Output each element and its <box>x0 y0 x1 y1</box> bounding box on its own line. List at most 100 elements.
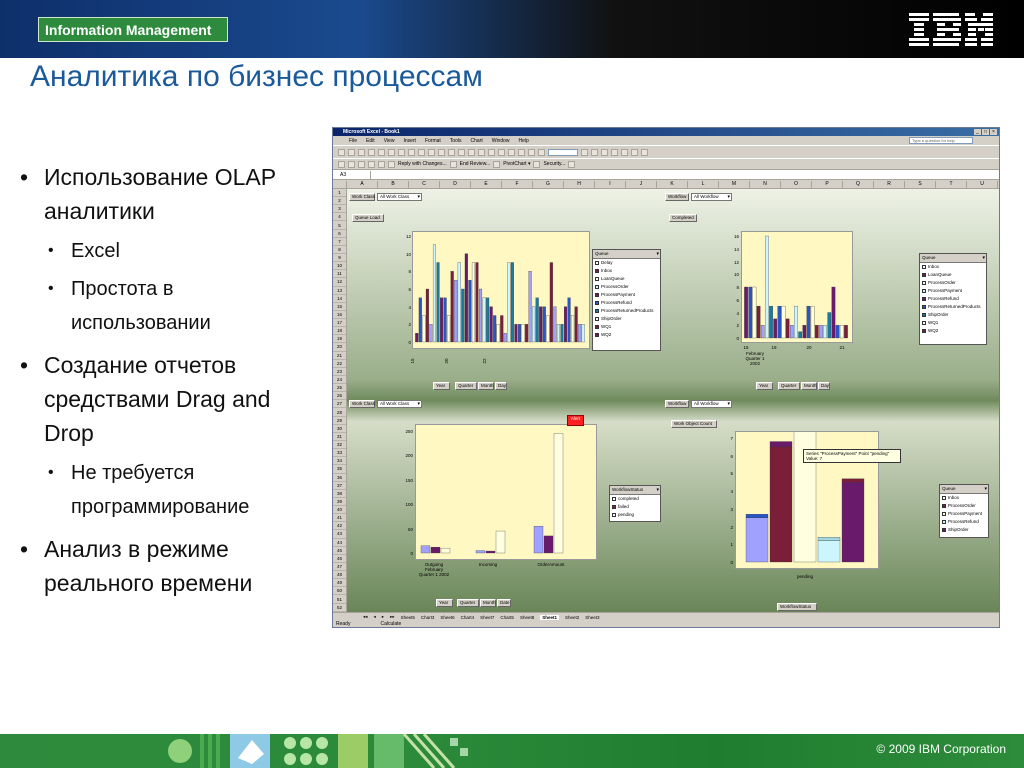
row-header[interactable]: 18 <box>333 327 346 336</box>
legend-header[interactable]: WorkflowStatus <box>610 486 660 495</box>
minimize-icon[interactable]: _ <box>974 129 981 135</box>
chart-bar[interactable] <box>567 297 571 343</box>
chart-bar[interactable] <box>430 546 441 554</box>
chart3-date-button[interactable]: Date <box>497 599 511 607</box>
menu-chart[interactable]: Chart <box>470 138 482 144</box>
legend-item[interactable]: Inbox <box>920 263 986 271</box>
chart-bar-segment[interactable] <box>817 537 841 541</box>
workflow-field[interactable]: Workflow <box>665 193 689 201</box>
work-class-field-2[interactable]: Work Class <box>349 400 375 408</box>
row-header[interactable]: 52 <box>333 604 346 612</box>
column-header[interactable]: E <box>471 181 502 188</box>
chart-bar[interactable] <box>556 324 560 343</box>
queue-load-field[interactable]: Queue Load <box>352 214 384 222</box>
all-work-class-dropdown-2[interactable]: All Work Class <box>377 400 422 408</box>
legend-header[interactable]: Queue <box>593 250 660 259</box>
chart-bar[interactable] <box>831 286 836 339</box>
row-header[interactable]: 23 <box>333 368 346 376</box>
all-workflow-dropdown[interactable]: All Workflow <box>691 193 732 201</box>
chart-bar[interactable] <box>464 253 468 343</box>
chart-bar[interactable] <box>827 312 832 339</box>
worksheet-area[interactable]: Work Class All Work Class Queue Load 121… <box>347 189 999 612</box>
reviewing-item[interactable]: PivotChart ▾ <box>503 161 530 167</box>
chart1-quarter-button[interactable]: Quarter <box>455 382 477 390</box>
chart-bar[interactable] <box>436 262 440 343</box>
row-header[interactable]: 9 <box>333 254 346 263</box>
legend-item[interactable]: ProcessOrder <box>940 502 988 510</box>
menu-format[interactable]: Format <box>425 138 441 144</box>
toolbar-button-icon[interactable] <box>418 148 425 156</box>
chart-bar[interactable] <box>823 325 827 339</box>
chart-bar[interactable] <box>415 333 419 343</box>
legend-item[interactable]: ProcessReturnedProducts <box>593 307 660 315</box>
row-header[interactable]: 28 <box>333 409 346 417</box>
chart-bar-segment[interactable] <box>769 441 793 448</box>
sheet-tab[interactable]: Sheet6 <box>440 615 454 620</box>
column-header[interactable]: U <box>967 181 998 188</box>
chart-bar[interactable] <box>814 325 819 339</box>
toolbar-button-icon[interactable] <box>358 160 365 168</box>
toolbar-button-icon[interactable] <box>378 160 385 168</box>
sheet-tab[interactable]: Sheet3 <box>585 615 599 620</box>
row-header[interactable]: 4 <box>333 213 346 222</box>
row-header[interactable]: 31 <box>333 433 346 441</box>
chart-bar[interactable] <box>790 325 794 339</box>
legend-header[interactable]: Queue <box>940 485 988 494</box>
toolbar-button-icon[interactable] <box>398 148 405 156</box>
row-header[interactable]: 25 <box>333 384 346 393</box>
chart1-month-button[interactable]: Month <box>478 382 494 390</box>
chart-bar[interactable] <box>468 280 472 343</box>
row-header[interactable]: 2 <box>333 197 346 206</box>
chart-bar[interactable] <box>493 315 497 343</box>
column-header[interactable]: H <box>564 181 595 188</box>
row-header[interactable]: 29 <box>333 417 346 425</box>
row-header[interactable]: 19 <box>333 335 346 344</box>
row-header[interactable]: 48 <box>333 571 346 580</box>
chart-bar[interactable] <box>543 535 554 554</box>
column-header[interactable]: D <box>440 181 471 188</box>
chart-bar[interactable] <box>533 526 544 554</box>
reviewing-item[interactable]: Security... <box>543 161 565 167</box>
row-header[interactable]: 8 <box>333 246 346 254</box>
chart-bar[interactable] <box>773 318 778 339</box>
toolbar-button-icon[interactable] <box>488 148 495 156</box>
chart3-year-button[interactable]: Year <box>436 599 453 607</box>
row-header[interactable]: 17 <box>333 319 346 328</box>
toolbar-button-icon[interactable] <box>581 148 588 156</box>
legend-item[interactable]: ShipOrder <box>940 526 988 534</box>
column-header[interactable]: Q <box>843 181 874 188</box>
chart-bar[interactable] <box>495 530 506 554</box>
toolbar-button-icon[interactable] <box>568 160 576 168</box>
row-header[interactable]: 16 <box>333 311 346 320</box>
column-header[interactable]: O <box>781 181 812 188</box>
menu-help[interactable]: Help <box>519 138 529 144</box>
chart-bar[interactable] <box>769 305 773 339</box>
column-header[interactable]: C <box>409 181 440 188</box>
chart-bar[interactable] <box>546 315 550 343</box>
row-header[interactable]: 41 <box>333 514 346 523</box>
help-search-input[interactable]: Type a question for help <box>909 137 973 144</box>
column-header[interactable]: R <box>874 181 905 188</box>
workflow-status-field[interactable]: WorkflowStatus <box>777 603 817 611</box>
row-header[interactable]: 3 <box>333 205 346 214</box>
toolbar-button-icon[interactable] <box>591 148 598 156</box>
row-header[interactable]: 39 <box>333 498 346 507</box>
chart-bar[interactable] <box>574 306 578 343</box>
legend-item[interactable]: Inbox <box>593 267 660 275</box>
chart1-plot-area[interactable] <box>412 231 590 349</box>
workflow-field-2[interactable]: Workflow <box>665 400 689 408</box>
column-header[interactable]: G <box>533 181 564 188</box>
row-header[interactable]: 21 <box>333 352 346 360</box>
column-header[interactable]: S <box>905 181 936 188</box>
chart-bar[interactable] <box>581 324 585 343</box>
legend-item[interactable]: ProcessRefund <box>593 299 660 307</box>
chart-bar[interactable] <box>479 288 483 343</box>
chart-bar-segment[interactable] <box>817 540 841 563</box>
chart-bar[interactable] <box>748 286 753 339</box>
chart-bar[interactable] <box>457 262 461 343</box>
chart-bar[interactable] <box>521 324 525 343</box>
row-header[interactable]: 14 <box>333 295 346 303</box>
toolbar-button-icon[interactable] <box>348 148 355 156</box>
menu-view[interactable]: View <box>384 138 395 144</box>
chart-bar[interactable] <box>454 280 458 343</box>
